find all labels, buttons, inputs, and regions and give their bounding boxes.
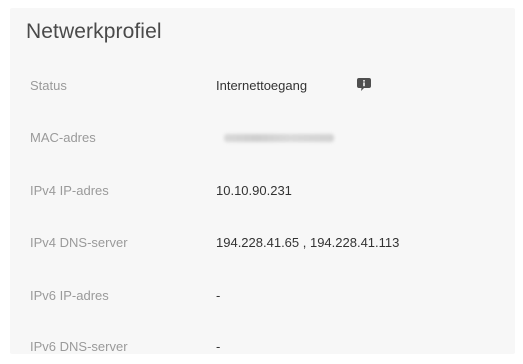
ipv4-address-value: 10.10.90.231 (216, 183, 292, 198)
network-profile-panel: Netwerkprofiel Status Internettoegang MA… (10, 8, 515, 354)
status-label: Status (30, 78, 67, 93)
ipv4-dns-value: 194.228.41.65 , 194.228.41.113 (216, 235, 400, 250)
ipv4-dns-row: IPv4 DNS-server 194.228.41.65 , 194.228.… (10, 226, 515, 260)
status-row: Status Internettoegang (10, 69, 515, 103)
ipv6-dns-label: IPv6 DNS-server (30, 339, 128, 354)
ipv4-dns-label: IPv4 DNS-server (30, 235, 128, 250)
ipv6-dns-value: - (216, 339, 221, 354)
ipv6-dns-row: IPv6 DNS-server - (10, 330, 515, 364)
panel-title: Netwerkprofiel (26, 20, 162, 43)
info-icon[interactable] (355, 75, 373, 93)
ipv6-address-label: IPv6 IP-adres (30, 288, 109, 303)
mac-address-row: MAC-adres (10, 121, 515, 155)
ipv4-address-label: IPv4 IP-adres (30, 183, 109, 198)
status-value: Internettoegang (216, 78, 308, 93)
ipv6-address-value: - (216, 288, 221, 303)
ipv6-address-row: IPv6 IP-adres - (10, 279, 515, 313)
mac-address-label: MAC-adres (30, 130, 96, 145)
ipv4-address-row: IPv4 IP-adres 10.10.90.231 (10, 174, 515, 208)
mac-address-redacted-value (224, 134, 334, 142)
